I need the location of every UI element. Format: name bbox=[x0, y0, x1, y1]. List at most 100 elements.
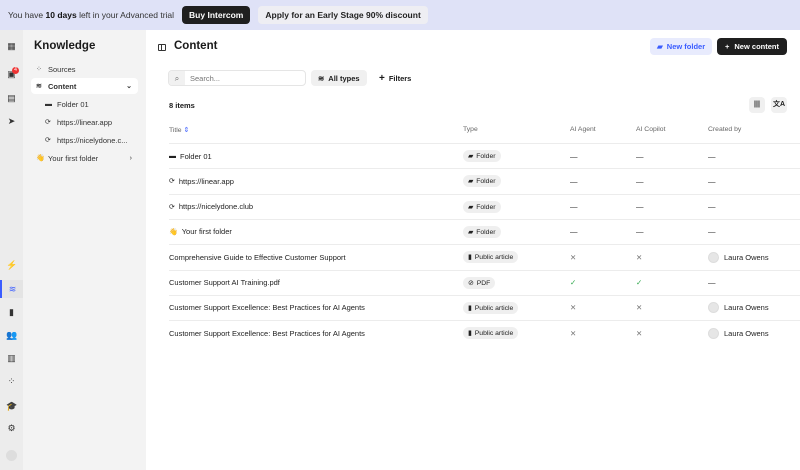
ai-copilot-status[interactable]: — bbox=[636, 152, 644, 161]
table-row[interactable]: Comprehensive Guide to Effective Custome… bbox=[169, 244, 800, 269]
ai-agent-status[interactable]: — bbox=[570, 152, 578, 161]
sort-icon: ⇕ bbox=[183, 127, 190, 134]
folder-icon: ▰ bbox=[657, 42, 663, 51]
sidebar-item-sources[interactable]: ⁘ Sources bbox=[31, 61, 138, 77]
intercom-logo-icon[interactable]: ▦ bbox=[6, 41, 17, 52]
contacts-icon[interactable]: ▤ bbox=[6, 93, 17, 104]
ai-copilot-status[interactable]: ✕ bbox=[636, 253, 642, 262]
ai-agent-status[interactable]: — bbox=[570, 177, 578, 186]
plus-icon: + bbox=[725, 42, 730, 51]
created-by: Laura Owens bbox=[708, 327, 769, 339]
knowledge-icon[interactable]: ≋ bbox=[0, 280, 23, 298]
type-badge: ▮ Public article bbox=[463, 251, 519, 264]
column-header-created-by[interactable]: Created by bbox=[708, 126, 741, 133]
row-title[interactable]: Customer Support Excellence: Best Practi… bbox=[169, 329, 365, 338]
icon-rail: ▦ ▣ 4 ▤ ➤ ⚡ ≋ ▮ 👥 ▥ ⁘ 🎓 ⚙ bbox=[0, 30, 23, 470]
ai-agent-status[interactable]: ✕ bbox=[570, 329, 576, 338]
row-title[interactable]: ⟳ https://nicelydone.club bbox=[169, 202, 253, 211]
people-icon[interactable]: 👥 bbox=[6, 330, 17, 341]
created-by: — bbox=[708, 151, 716, 161]
ai-copilot-status[interactable]: ✓ bbox=[636, 278, 642, 287]
table-row[interactable]: Customer Support AI Training.pdf ⊘ PDF ✓ … bbox=[169, 269, 800, 295]
row-title[interactable]: ▬ Folder 01 bbox=[169, 152, 212, 161]
chevron-right-icon[interactable]: › bbox=[130, 155, 132, 162]
column-header-title[interactable]: Title ⇕ bbox=[169, 126, 189, 134]
translate-icon[interactable]: 文A bbox=[771, 97, 787, 113]
layers-icon: ≋ bbox=[318, 73, 325, 83]
table-row[interactable]: ⟳ https://nicelydone.club ▰ Folder — — — bbox=[169, 193, 800, 219]
all-types-filter[interactable]: ≋ All types bbox=[311, 70, 367, 86]
new-content-button[interactable]: + New content bbox=[717, 38, 787, 55]
table-row[interactable]: Customer Support Excellence: Best Practi… bbox=[169, 320, 800, 345]
table-row[interactable]: 👋 Your first folder ▰ Folder — — — bbox=[169, 218, 800, 244]
row-title[interactable]: Customer Support AI Training.pdf bbox=[169, 278, 280, 287]
user-avatar bbox=[708, 251, 719, 263]
sidebar-item-label: Your first folder bbox=[48, 153, 99, 163]
book-icon[interactable]: ▥ bbox=[6, 353, 17, 364]
ai-copilot-status[interactable]: ✕ bbox=[636, 303, 642, 312]
trial-banner: You have 10 days left in your Advanced t… bbox=[0, 0, 800, 30]
ai-agent-status[interactable]: ✕ bbox=[570, 253, 576, 262]
academy-icon[interactable]: 🎓 bbox=[6, 401, 17, 412]
column-header-ai-agent[interactable]: AI Agent bbox=[570, 126, 596, 133]
row-title[interactable]: Comprehensive Guide to Effective Custome… bbox=[169, 253, 346, 262]
plus-icon: + bbox=[379, 72, 385, 84]
type-icon: ⊘ bbox=[468, 279, 474, 287]
row-title[interactable]: 👋 Your first folder bbox=[169, 227, 232, 236]
type-icon: ▰ bbox=[468, 153, 474, 160]
page-title: Content bbox=[174, 40, 218, 52]
apps-icon[interactable]: ⁘ bbox=[6, 376, 17, 387]
type-badge: ▰ Folder bbox=[463, 200, 501, 213]
ai-agent-status[interactable]: ✕ bbox=[570, 303, 576, 312]
columns-icon[interactable]: ||| bbox=[749, 97, 765, 113]
search-input[interactable] bbox=[185, 73, 295, 83]
sidebar-item-nicelydone[interactable]: ⟳ https://nicelydone.c... bbox=[31, 132, 138, 148]
avatar[interactable] bbox=[6, 450, 17, 461]
item-icon: ⟳ bbox=[169, 203, 175, 211]
type-badge: ▰ Folder bbox=[463, 175, 501, 188]
user-avatar bbox=[708, 302, 719, 314]
item-icon: ▬ bbox=[169, 152, 176, 160]
row-title[interactable]: ⟳ https://linear.app bbox=[169, 177, 234, 186]
row-title[interactable]: Customer Support Excellence: Best Practi… bbox=[169, 303, 365, 312]
sidebar-title: Knowledge bbox=[34, 40, 96, 52]
sidebar-item-linear[interactable]: ⟳ https://linear.app bbox=[31, 114, 138, 130]
folder-icon: ▬ bbox=[45, 100, 52, 108]
discount-button[interactable]: Apply for an Early Stage 90% discount bbox=[258, 6, 428, 24]
table-row[interactable]: ⟳ https://linear.app ▰ Folder — — — bbox=[169, 168, 800, 193]
created-by: — bbox=[708, 176, 716, 186]
settings-icon[interactable]: ⚙ bbox=[6, 423, 17, 434]
ai-copilot-status[interactable]: — bbox=[636, 202, 644, 211]
new-folder-button[interactable]: ▰ New folder bbox=[650, 38, 713, 55]
type-icon: ▰ bbox=[468, 178, 474, 186]
item-icon: 👋 bbox=[169, 228, 178, 236]
layers-icon: ≋ bbox=[36, 83, 42, 90]
type-badge: ⊘ PDF bbox=[463, 276, 496, 289]
search-box[interactable]: ⌕ bbox=[168, 70, 306, 86]
outbound-icon[interactable]: ➤ bbox=[6, 116, 17, 127]
sidebar-item-content[interactable]: ≋ Content ⌄ bbox=[31, 78, 138, 94]
chevron-down-icon[interactable]: ⌄ bbox=[126, 82, 132, 90]
table-row[interactable]: Customer Support Excellence: Best Practi… bbox=[169, 294, 800, 320]
ai-agent-status[interactable]: ✓ bbox=[570, 278, 576, 287]
sidebar-item-folder[interactable]: ▬ Folder 01 bbox=[31, 96, 138, 112]
sidebar-item-first-folder[interactable]: 👋 Your first folder › bbox=[31, 150, 138, 166]
filters-button[interactable]: + Filters bbox=[379, 70, 411, 86]
column-header-type[interactable]: Type bbox=[463, 126, 478, 133]
ai-agent-status[interactable]: — bbox=[570, 227, 578, 236]
created-by: — bbox=[708, 278, 716, 287]
knowledge-sidebar: Knowledge ⁘ Sources ≋ Content ⌄ ▬ Folder 01 … bbox=[23, 30, 146, 470]
automation-icon[interactable]: ⚡ bbox=[6, 260, 17, 271]
ai-agent-status[interactable]: — bbox=[570, 202, 578, 211]
type-icon: ▮ bbox=[468, 330, 472, 338]
ai-copilot-status[interactable]: — bbox=[636, 227, 644, 236]
column-header-ai-copilot[interactable]: AI Copilot bbox=[636, 126, 665, 133]
ai-copilot-status[interactable]: ✕ bbox=[636, 329, 642, 338]
table-row[interactable]: ▬ Folder 01 ▰ Folder — — — bbox=[169, 143, 800, 168]
reports-icon[interactable]: ▮ bbox=[6, 307, 17, 318]
type-icon: ▰ bbox=[468, 228, 474, 236]
toggle-sidebar-icon[interactable] bbox=[158, 44, 166, 51]
buy-intercom-button[interactable]: Buy Intercom bbox=[182, 6, 251, 24]
sync-icon: ⟳ bbox=[45, 119, 51, 126]
ai-copilot-status[interactable]: — bbox=[636, 177, 644, 186]
